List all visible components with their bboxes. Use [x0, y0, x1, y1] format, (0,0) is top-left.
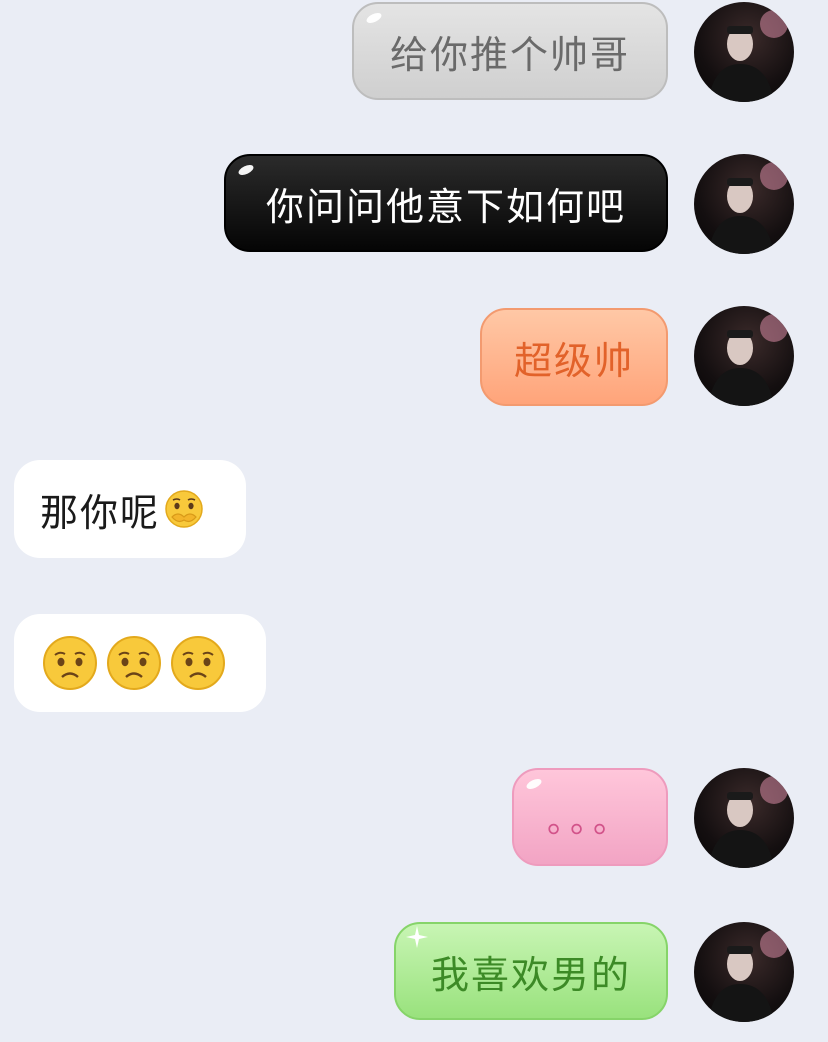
bubble-shine	[237, 162, 255, 178]
message-bubble-pink[interactable]: 。。。	[512, 768, 668, 866]
message-bubble-gray[interactable]: 给你推个帅哥	[352, 2, 668, 100]
message-text: 给你推个帅哥	[389, 32, 630, 77]
message-text: 你问问他意下如何吧	[265, 184, 626, 229]
message-text: 我喜欢男的	[430, 952, 631, 997]
message-text: 。。。	[547, 800, 633, 841]
message-bubble-orange[interactable]: 超级帅	[480, 308, 668, 406]
avatar-photo-icon	[708, 162, 788, 254]
message-text: 超级帅	[513, 338, 634, 383]
avatar-photo-icon	[708, 776, 788, 868]
message-bubble-black[interactable]: 你问问他意下如何吧	[224, 154, 668, 252]
sparkle-icon	[406, 926, 428, 948]
disappointed-face-emoji-icon	[171, 636, 225, 690]
message-bubble-white[interactable]: 那你呢	[14, 460, 246, 558]
avatar-photo-icon	[708, 314, 788, 406]
avatar-photo-icon	[708, 10, 788, 102]
message-bubble-green[interactable]: 我喜欢男的	[394, 922, 668, 1020]
avatar[interactable]	[694, 922, 794, 1022]
message-bubble-white[interactable]	[14, 614, 266, 712]
bubble-shine	[365, 10, 383, 26]
disappointed-face-emoji-icon	[107, 636, 161, 690]
disappointed-face-emoji-icon	[43, 636, 97, 690]
pleading-face-emoji-icon	[165, 490, 203, 528]
avatar-photo-icon	[708, 930, 788, 1022]
avatar[interactable]	[694, 306, 794, 406]
avatar[interactable]	[694, 154, 794, 254]
avatar[interactable]	[694, 2, 794, 102]
message-text: 那你呢	[40, 490, 161, 535]
avatar[interactable]	[694, 768, 794, 868]
bubble-shine	[525, 776, 543, 792]
chat-area: 给你推个帅哥 你问问他意下如何吧 超级帅 那你呢 。。。 我喜欢男的	[0, 0, 828, 1042]
